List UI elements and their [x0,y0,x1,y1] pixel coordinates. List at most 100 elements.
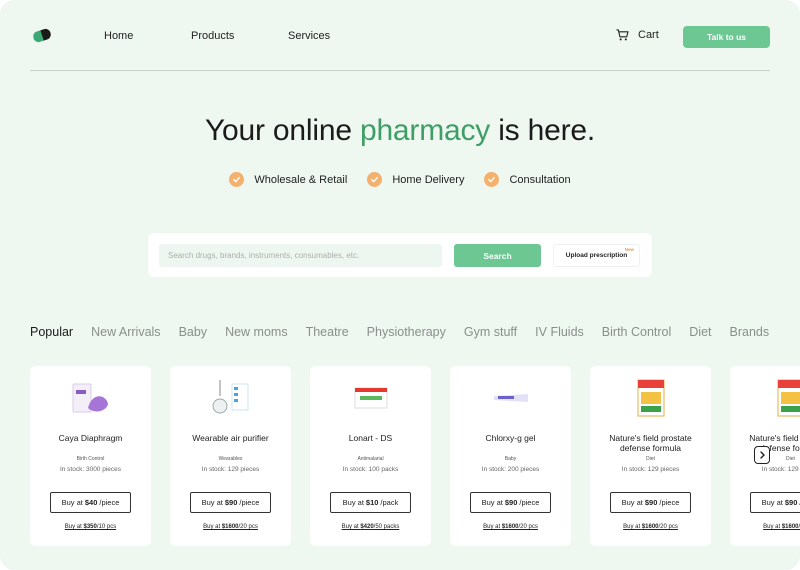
feature-label: Wholesale & Retail [254,173,348,186]
bulk-buy-link[interactable]: Buy at $1600/20 pcs [590,524,711,530]
upload-prescription-button[interactable]: Upload prescription New [553,244,640,267]
air-purifier-product-image[interactable] [210,378,252,418]
buy-prefix: Buy at [201,498,223,507]
bulk-price: $1600 [641,524,659,530]
hero-title-accent: pharmacy [359,114,491,147]
tab-diet[interactable]: Diet [689,325,711,339]
search-button[interactable]: Search [454,244,541,267]
buy-price: $10 [365,498,379,507]
product-stock: In stock: 129 pieces [761,466,800,473]
product-card[interactable]: Wearable air purifier Wearables In stock: … [170,366,291,546]
feature-item: Consultation [484,172,571,187]
feature-item: Wholesale & Retail [229,172,347,187]
feature-label: Consultation [509,173,571,186]
buy-price: $40 [84,498,98,507]
chevron-right-icon [759,451,765,459]
tab-iv-fluids[interactable]: IV Fluids [535,325,584,339]
bulk-unit: /10 pcs [96,524,117,530]
new-badge: New [624,247,634,252]
bulk-buy-link[interactable]: Buy at $1600/20 pcs [450,524,571,530]
buy-prefix: Buy at [761,498,783,507]
product-stock: In stock: 129 pieces [201,466,260,473]
bulk-price: $1600 [221,524,239,530]
tab-new-arrivals[interactable]: New Arrivals [91,325,160,339]
cart-link[interactable]: Cart [616,29,659,41]
tab-popular[interactable]: Popular [30,325,73,339]
search-panel: Search Upload prescription New [148,233,652,277]
page-frame: Home Products Services Cart Talk to us Y… [0,0,800,570]
gel-product-image[interactable] [490,378,532,418]
product-name[interactable]: Caya Diaphragm [34,433,147,443]
diaphragm-product-image[interactable] [70,378,112,418]
tab-theatre[interactable]: Theatre [306,325,349,339]
bulk-price: $1600 [781,524,799,530]
check-icon [484,172,500,187]
product-card[interactable]: Lonart - DS Antimalarial In stock: 100 pac… [310,366,431,546]
buy-price: $90 [224,498,238,507]
buy-prefix: Buy at [481,498,503,507]
tab-physiotherapy[interactable]: Physiotherapy [367,325,446,339]
buy-button[interactable]: Buy at $90/piece [610,492,691,513]
bulk-unit: /20 pcs [658,524,678,530]
buy-button[interactable]: Buy at $90/piece [190,492,271,513]
bulk-prefix: Buy at [203,524,222,530]
supplement-product-image[interactable] [630,378,672,418]
product-card[interactable]: Nature's field prostate defense formula D… [590,366,711,546]
product-category: Wearables [218,456,243,462]
bulk-unit: /20 pcs [238,524,258,530]
check-icon [229,172,245,187]
buy-button[interactable]: Buy at $90/piece [750,492,800,513]
feature-item: Home Delivery [367,172,464,187]
tab-brands[interactable]: Brands [730,325,770,339]
tab-new-moms[interactable]: New moms [225,325,288,339]
nav-products[interactable]: Products [191,30,234,42]
bulk-prefix: Buy at [341,524,361,530]
buy-button[interactable]: Buy at $90/piece [470,492,551,513]
buy-prefix: Buy at [621,498,643,507]
search-input[interactable] [159,244,442,267]
check-icon [367,172,383,187]
cart-label: Cart [638,29,659,41]
bulk-price: $420 [360,524,374,530]
nav-services[interactable]: Services [288,30,330,42]
talk-to-us-button[interactable]: Talk to us [683,26,770,48]
bulk-price: $1600 [501,524,519,530]
product-name[interactable]: Lonart - DS [314,433,427,443]
product-carousel: Caya Diaphragm Birth Control In stock: 300… [30,366,800,546]
product-card[interactable]: Caya Diaphragm Birth Control In stock: 300… [30,366,151,546]
bulk-buy-link[interactable]: Buy at $1600/20 pcs [730,524,800,530]
buy-unit: /piece [99,498,120,507]
buy-unit: /piece [519,498,540,507]
product-card[interactable]: Chlorxy-g gel Baby In stock: 200 pieces Buy… [450,366,571,546]
product-name[interactable]: Chlorxy-g gel [454,433,567,443]
product-stock: In stock: 100 packs [342,466,399,473]
tab-birth-control[interactable]: Birth Control [602,325,671,339]
tab-baby[interactable]: Baby [179,325,208,339]
buy-prefix: Buy at [342,498,364,507]
buy-button[interactable]: Buy at $10/pack [330,492,411,513]
buy-price: $90 [504,498,518,507]
product-name[interactable]: Wearable air purifier [174,433,287,443]
bulk-prefix: Buy at [64,524,84,530]
bulk-buy-link[interactable]: Buy at $420/50 packs [310,524,431,530]
product-name[interactable]: Nature's field prostate defense formula [594,433,707,453]
bulk-buy-link[interactable]: Buy at $1600/20 pcs [170,524,291,530]
product-stock: In stock: 129 pieces [621,466,680,473]
lonart-product-image[interactable] [350,378,392,418]
buy-button[interactable]: Buy at $40/piece [50,492,131,513]
buy-price: $90 [784,498,798,507]
product-category: Baby [504,456,517,462]
bulk-buy-link[interactable]: Buy at $350/10 pcs [30,524,151,530]
buy-price: $90 [644,498,658,507]
buy-prefix: Buy at [61,498,83,507]
top-nav: Home Products Services Cart Talk to us [30,22,770,52]
nav-home[interactable]: Home [104,30,133,42]
pill-logo-icon[interactable] [31,27,53,44]
carousel-next-button[interactable] [754,446,770,464]
upload-prescription-label: Upload prescription [565,252,628,259]
product-category: Antimalarial [357,456,384,462]
supplement-product-image[interactable] [770,378,800,418]
tab-gym-stuff[interactable]: Gym stuff [464,325,517,339]
bulk-unit: /20 pcs [518,524,538,530]
product-stock: In stock: 200 pieces [481,466,540,473]
